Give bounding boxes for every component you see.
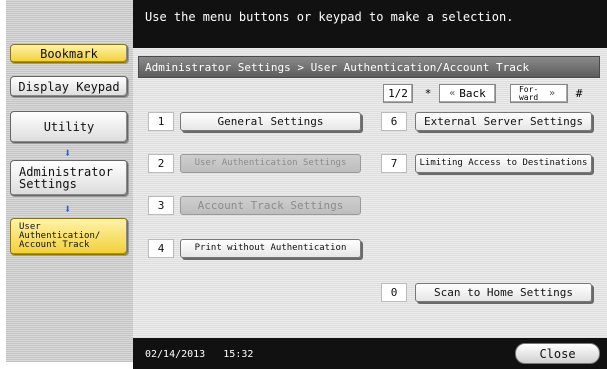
number-text: 6 <box>390 115 398 128</box>
bookmark-button[interactable]: Bookmark <box>10 44 128 63</box>
hash-text: # <box>575 87 583 100</box>
date-text: 02/14/2013 <box>145 349 206 360</box>
external-server-settings-button[interactable]: External Server Settings <box>415 112 592 131</box>
item-number-7: 7 <box>381 154 407 173</box>
limiting-access-to-destinations-button[interactable]: Limiting Access to Destinations <box>415 154 592 173</box>
double-chevron-right-icon: » <box>548 88 556 99</box>
button-label: Limiting Access to Destinations <box>419 158 588 168</box>
number-text: 7 <box>390 157 398 170</box>
item-number-2: 2 <box>148 154 174 173</box>
hash-key[interactable]: # <box>570 84 588 103</box>
forward-label: For- ward <box>518 84 539 102</box>
number-text: 4 <box>157 242 165 255</box>
breadcrumb-text: Administrator Settings > User Authentica… <box>145 61 530 74</box>
utility-button[interactable]: Utility <box>10 111 128 143</box>
arrow-down-icon: ⬇ <box>64 146 72 160</box>
message-bar: Use the menu buttons or keypad to make a… <box>133 0 607 48</box>
date-time: 02/14/2013 15:32 <box>145 349 253 360</box>
button-label: External Server Settings <box>424 115 583 128</box>
number-text: 2 <box>157 157 165 170</box>
back-label: Back <box>459 87 486 100</box>
item-number-0: 0 <box>381 283 407 302</box>
close-button[interactable]: Close <box>515 343 600 364</box>
instruction-message: Use the menu buttons or keypad to make a… <box>145 10 514 24</box>
display-keypad-label: Display Keypad <box>18 79 120 94</box>
number-text: 3 <box>157 199 165 212</box>
bookmark-label: Bookmark <box>40 46 98 61</box>
number-text: 1 <box>157 115 165 128</box>
star-key[interactable]: * <box>420 84 436 103</box>
current-location-label: User Authentication/ Account Track <box>19 222 101 250</box>
item-number-4: 4 <box>148 239 174 258</box>
button-label: Print without Authentication <box>194 243 347 253</box>
arrow-down-icon: ⬇ <box>64 202 72 216</box>
button-label: Account Track Settings <box>197 199 344 212</box>
button-label: User Authentication Settings <box>194 158 347 168</box>
double-chevron-left-icon: « <box>449 88 456 99</box>
user-authentication-settings-button[interactable]: User Authentication Settings <box>180 154 361 173</box>
status-bar: 02/14/2013 15:32 Close <box>133 338 607 369</box>
time-text: 15:32 <box>223 349 254 360</box>
item-number-6: 6 <box>381 112 407 131</box>
star-text: * <box>424 87 432 100</box>
general-settings-button[interactable]: General Settings <box>180 112 361 131</box>
print-without-authentication-button[interactable]: Print without Authentication <box>180 239 361 258</box>
administrator-settings-label: Administrator Settings <box>19 165 113 191</box>
utility-label: Utility <box>43 120 95 134</box>
item-number-1: 1 <box>148 112 174 131</box>
left-sidebar: Bookmark Display Keypad Utility ⬇ Admini… <box>6 0 133 362</box>
account-track-settings-button[interactable]: Account Track Settings <box>180 196 361 215</box>
button-label: General Settings <box>217 115 324 128</box>
close-label: Close <box>539 346 576 361</box>
back-button[interactable]: « Back <box>439 84 496 103</box>
administrator-settings-button[interactable]: Administrator Settings <box>10 160 128 196</box>
scan-to-home-settings-button[interactable]: Scan to Home Settings <box>415 283 592 302</box>
item-number-3: 3 <box>148 196 174 215</box>
breadcrumb: Administrator Settings > User Authentica… <box>138 56 600 78</box>
user-auth-account-track-button[interactable]: User Authentication/ Account Track <box>10 218 128 255</box>
number-text: 0 <box>390 286 398 299</box>
button-label: Scan to Home Settings <box>433 286 574 299</box>
settings-panel: Administrator Settings > User Authentica… <box>133 48 607 338</box>
page-text: 1/2 <box>388 87 408 100</box>
display-keypad-button[interactable]: Display Keypad <box>10 76 128 97</box>
forward-button[interactable]: For- ward » <box>510 84 568 103</box>
page-indicator: 1/2 <box>383 84 413 103</box>
